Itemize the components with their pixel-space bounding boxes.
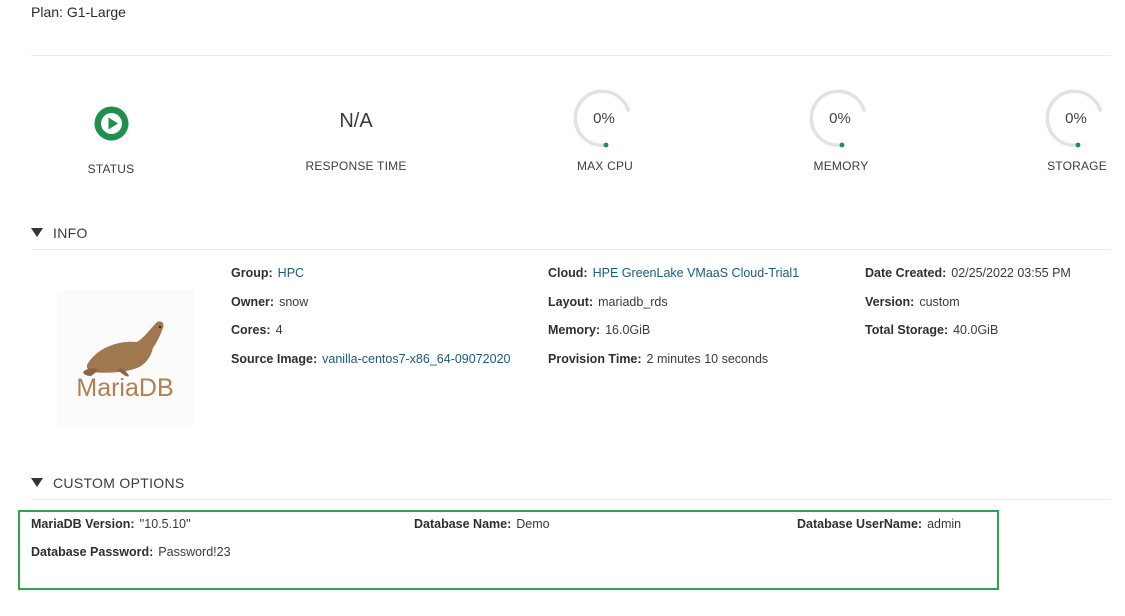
- layout-label: Layout:: [548, 295, 594, 309]
- mariadb-version-value: ''10.5.10'': [139, 517, 191, 531]
- database-username-value: admin: [927, 517, 962, 531]
- database-password-label: Database Password:: [31, 545, 154, 559]
- memory-label: MEMORY: [813, 159, 869, 173]
- version-label: Version:: [865, 295, 915, 309]
- database-name-value: Demo: [516, 517, 550, 531]
- plan-line: Plan: G1-Large: [31, 4, 126, 20]
- cloud-label: Cloud:: [548, 266, 588, 280]
- cloud-link[interactable]: HPE GreenLake VMaaS Cloud-Trial1: [593, 266, 800, 280]
- provision-time-label: Provision Time:: [548, 352, 642, 366]
- response-time-label: RESPONSE TIME: [305, 159, 407, 173]
- custom-mariadb-version: MariaDB Version: ''10.5.10'': [31, 517, 191, 531]
- storage-label: STORAGE: [1047, 159, 1107, 173]
- version-value: custom: [919, 295, 960, 309]
- info-date-created: Date Created: 02/25/2022 03:55 PM: [865, 266, 1071, 280]
- group-link[interactable]: HPC: [278, 266, 304, 280]
- info-section-title: INFO: [53, 225, 88, 241]
- custom-options-section-title: CUSTOM OPTIONS: [53, 475, 185, 491]
- divider: [31, 249, 1111, 250]
- info-provision-time: Provision Time: 2 minutes 10 seconds: [548, 352, 768, 366]
- info-section-toggle[interactable]: INFO: [31, 225, 88, 241]
- owner-label: Owner:: [231, 295, 275, 309]
- mariadb-version-label: MariaDB Version:: [31, 517, 135, 531]
- max-cpu-value: 0%: [593, 110, 615, 127]
- database-username-label: Database UserName:: [797, 517, 923, 531]
- database-password-value: Password!23: [158, 545, 231, 559]
- info-owner: Owner: snow: [231, 295, 308, 309]
- memory-info-label: Memory:: [548, 323, 601, 337]
- mariadb-logo: MariaDB: [57, 290, 194, 428]
- storage-gauge: 0%: [1045, 88, 1107, 150]
- total-storage-label: Total Storage:: [865, 323, 949, 337]
- max-cpu-gauge: 0%: [573, 88, 635, 150]
- memory-value: 0%: [829, 110, 851, 127]
- custom-database-name: Database Name: Demo: [414, 517, 550, 531]
- caret-down-icon: [31, 478, 43, 487]
- database-name-label: Database Name:: [414, 517, 512, 531]
- caret-down-icon: [31, 228, 43, 237]
- info-cores: Cores: 4: [231, 323, 283, 337]
- seal-logo-icon: MariaDB: [76, 321, 174, 402]
- divider: [31, 55, 1111, 56]
- total-storage-value: 40.0GiB: [953, 323, 999, 337]
- divider: [31, 499, 1111, 500]
- date-created-value: 02/25/2022 03:55 PM: [951, 266, 1071, 280]
- info-version: Version: custom: [865, 295, 960, 309]
- plan-value: G1-Large: [66, 4, 126, 20]
- provision-time-value: 2 minutes 10 seconds: [646, 352, 769, 366]
- play-status-icon[interactable]: [94, 106, 129, 141]
- custom-database-password: Database Password: Password!23: [31, 545, 231, 559]
- max-cpu-label: MAX CPU: [576, 159, 634, 173]
- storage-value: 0%: [1065, 110, 1087, 127]
- status-label: STATUS: [87, 162, 135, 176]
- custom-database-username: Database UserName: admin: [797, 517, 961, 531]
- memory-gauge: 0%: [809, 88, 871, 150]
- info-source-image: Source Image: vanilla-centos7-x86_64-0907…: [231, 352, 510, 366]
- info-group: Group: HPC: [231, 266, 304, 280]
- info-total-storage: Total Storage: 40.0GiB: [865, 323, 998, 337]
- cores-label: Cores:: [231, 323, 271, 337]
- info-memory: Memory: 16.0GiB: [548, 323, 650, 337]
- layout-value: mariadb_rds: [598, 295, 668, 309]
- memory-info-value: 16.0GiB: [605, 323, 651, 337]
- logo-wordmark: MariaDB: [76, 374, 173, 402]
- source-image-label: Source Image:: [231, 352, 318, 366]
- info-layout: Layout: mariadb_rds: [548, 295, 668, 309]
- date-created-label: Date Created:: [865, 266, 947, 280]
- plan-label: Plan:: [31, 4, 63, 20]
- owner-value: snow: [279, 295, 309, 309]
- custom-options-section-toggle[interactable]: CUSTOM OPTIONS: [31, 475, 185, 491]
- group-label: Group:: [231, 266, 273, 280]
- cores-value: 4: [275, 323, 283, 337]
- info-cloud: Cloud: HPE GreenLake VMaaS Cloud-Trial1: [548, 266, 799, 280]
- source-image-link[interactable]: vanilla-centos7-x86_64-09072020: [322, 352, 510, 366]
- response-time-value: N/A: [339, 110, 373, 132]
